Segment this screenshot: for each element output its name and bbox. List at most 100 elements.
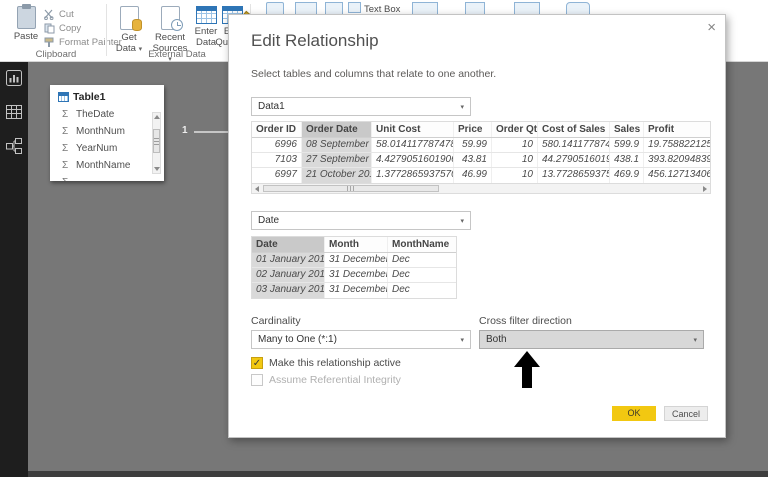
column-header-selected[interactable]: Date [252, 237, 325, 252]
copy-button[interactable]: Copy [44, 22, 81, 35]
cell: 46.99 [454, 168, 492, 183]
scroll-left-icon[interactable] [255, 186, 259, 192]
table1-select-value: Data1 [258, 101, 285, 112]
scroll-grip [154, 137, 159, 145]
cross-filter-select[interactable]: Both ▾ [479, 330, 704, 349]
column-header[interactable]: Order Qty [492, 122, 538, 137]
cell: 6997 [252, 168, 302, 183]
relationship-cardinality-label: 1 [182, 125, 188, 136]
cell: 10 [492, 168, 538, 183]
cell-selected: 02 January 2013 [252, 268, 325, 282]
cell: Dec [388, 253, 457, 267]
table-row: 7103 27 September 2016 4.4279051601906 4… [252, 153, 710, 168]
table-row: 6997 21 October 2017 1.37728659375704 46… [252, 168, 710, 183]
cut-label: Cut [59, 9, 74, 20]
field-item[interactable]: Σ TheDate [50, 106, 164, 123]
data-view-icon[interactable] [6, 104, 22, 120]
scroll-up-icon[interactable] [154, 115, 160, 119]
cell: 456.127134062 [644, 168, 711, 183]
field-item[interactable]: Σ MonthNum [50, 123, 164, 140]
cell: 58.014117787478 [372, 138, 454, 152]
field-item[interactable]: Σ YearNum [50, 140, 164, 157]
paste-button[interactable]: Paste [8, 6, 44, 43]
field-label: MonthNum [76, 126, 125, 137]
relationship-line[interactable] [194, 131, 228, 133]
mouse-cursor [513, 351, 541, 391]
recent-sources-icon [161, 6, 180, 30]
card-scrollbar[interactable] [152, 112, 161, 174]
format-painter-icon [44, 37, 55, 48]
cell: 19.75882212521 [644, 138, 711, 152]
table-header-row: Order ID Order Date Unit Cost Price Orde… [252, 122, 710, 138]
cell: 59.99 [454, 138, 492, 152]
table1-card[interactable]: Table1 Σ TheDate Σ MonthNum Σ YearNum Σ … [50, 85, 164, 181]
table2-select-value: Date [258, 215, 279, 226]
model-view-icon[interactable] [6, 138, 22, 154]
column-header[interactable]: Profit [644, 122, 711, 137]
cell: 44.279051601906 [538, 153, 610, 167]
ribbon-separator [106, 4, 107, 56]
cell-selected: 01 January 2013 [252, 253, 325, 267]
cell: 31 December 1899 [325, 253, 388, 267]
field-item-clipped[interactable]: Σ [50, 174, 164, 181]
ok-button[interactable]: OK [612, 406, 656, 421]
cancel-button[interactable]: Cancel [664, 406, 708, 421]
status-bar [28, 471, 768, 477]
scroll-right-icon[interactable] [703, 186, 707, 192]
table-hscrollbar[interactable] [251, 183, 711, 194]
paste-clipboard-icon [17, 6, 36, 29]
sigma-icon: Σ [62, 109, 71, 120]
cell: Dec [388, 268, 457, 282]
cell: 10 [492, 153, 538, 167]
column-header[interactable]: Month [325, 237, 388, 252]
active-relationship-checkbox[interactable]: ✓ [251, 357, 263, 369]
cell-selected: 08 September 2017 [302, 138, 372, 152]
cell: 393.8209483980 [644, 153, 711, 167]
cell: 43.81 [454, 153, 492, 167]
cell: 438.1 [610, 153, 644, 167]
hscrollbar-thumb[interactable] [263, 185, 439, 192]
format-painter-button[interactable]: Format Painter [44, 36, 122, 49]
table1-select[interactable]: Data1 ▾ [251, 97, 471, 116]
column-header[interactable]: Unit Cost [372, 122, 454, 137]
column-header-selected[interactable]: Order Date [302, 122, 372, 137]
referential-integrity-checkbox[interactable] [251, 374, 263, 386]
get-data-icon [120, 6, 139, 30]
cell-selected: 21 October 2017 [302, 168, 372, 183]
column-header[interactable]: Sales [610, 122, 644, 137]
clock-icon [171, 19, 183, 31]
get-data-button[interactable]: Get Data ▾ [112, 6, 146, 55]
column-header[interactable]: Price [454, 122, 492, 137]
cardinality-select[interactable]: Many to One (*:1) ▾ [251, 330, 471, 349]
cell-selected: 03 January 2013 [252, 283, 325, 298]
caret-down-icon: ▾ [460, 99, 464, 116]
column-header[interactable]: Order ID [252, 122, 302, 137]
table-row: 02 January 2013 31 December 1899 Dec [252, 268, 456, 283]
field-item[interactable]: Σ MonthName [50, 157, 164, 174]
copy-icon [44, 23, 55, 34]
card-scrollbar-thumb[interactable] [153, 129, 160, 153]
cell: 13.7728659375704 [538, 168, 610, 183]
top-preview-table: Order ID Order Date Unit Cost Price Orde… [251, 121, 711, 184]
column-header[interactable]: Cost of Sales [538, 122, 610, 137]
cell: 6996 [252, 138, 302, 152]
column-header[interactable]: MonthName [388, 237, 457, 252]
dialog-title: Edit Relationship [251, 31, 379, 51]
bottom-preview-table: Date Month MonthName 01 January 2013 31 … [251, 236, 457, 299]
edit-relationship-dialog: × Edit Relationship Select tables and co… [228, 14, 726, 438]
sigma-icon: Σ [62, 160, 71, 171]
table-row: 6996 08 September 2017 58.014117787478 5… [252, 138, 710, 153]
copy-label: Copy [59, 23, 81, 34]
cross-filter-value: Both [486, 334, 507, 345]
table-header-row: Date Month MonthName [252, 237, 456, 253]
paste-label: Paste [14, 32, 38, 43]
cut-button[interactable]: Cut [44, 8, 74, 21]
text-box-icon[interactable] [348, 2, 361, 13]
sigma-icon: Σ [62, 126, 71, 137]
report-view-icon[interactable] [6, 70, 22, 86]
table2-select[interactable]: Date ▾ [251, 211, 471, 230]
close-icon[interactable]: × [707, 20, 716, 36]
table-row: 01 January 2013 31 December 1899 Dec [252, 253, 456, 268]
cell: 599.9 [610, 138, 644, 152]
scroll-down-icon[interactable] [154, 167, 160, 171]
